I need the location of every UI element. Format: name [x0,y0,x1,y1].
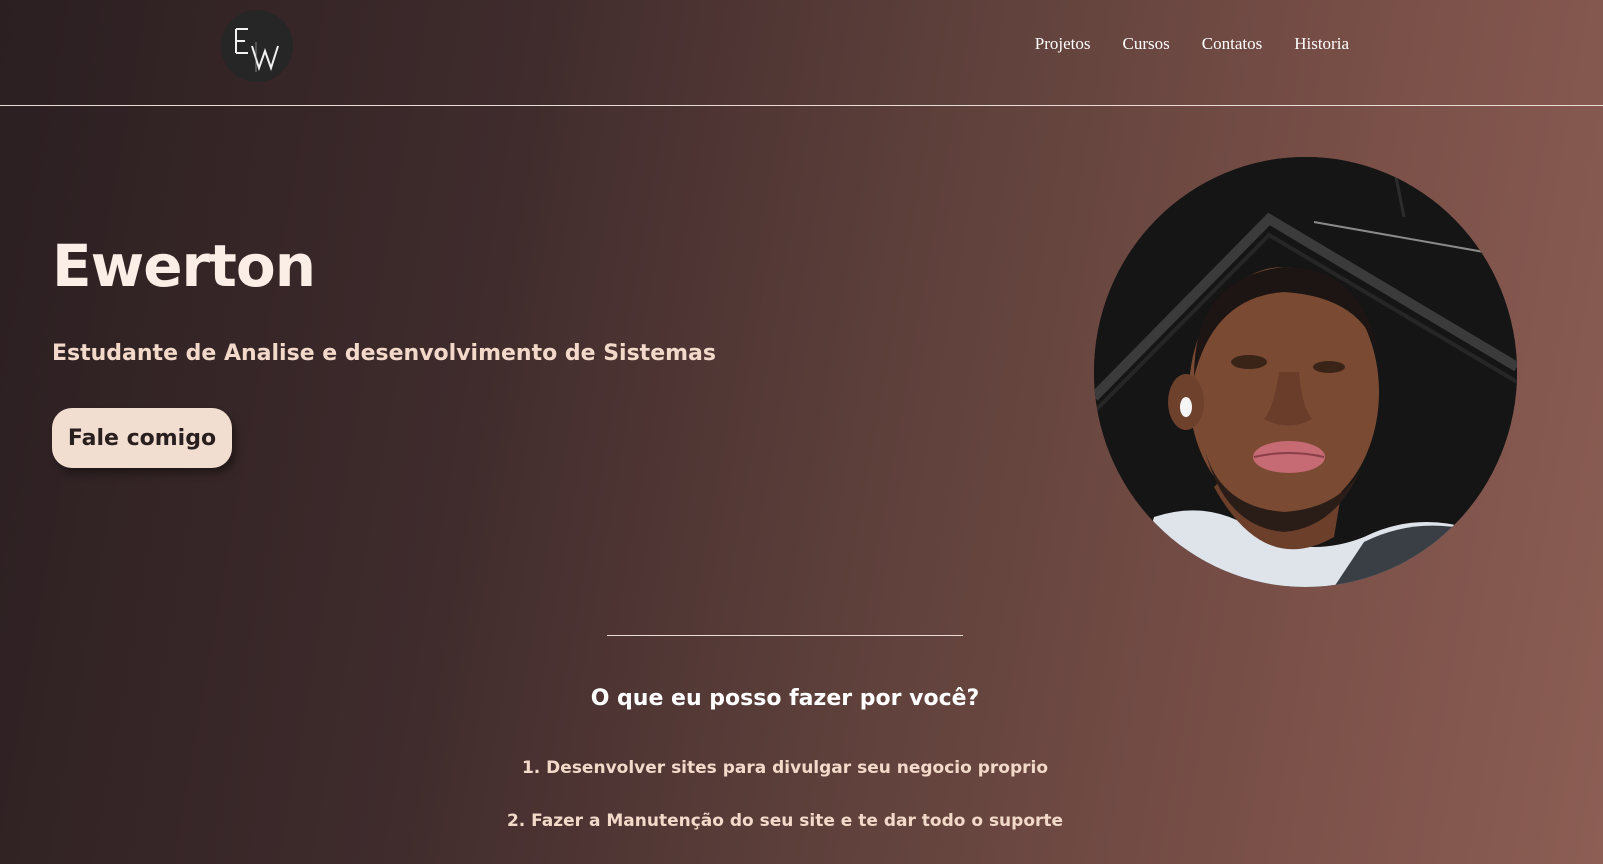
hero-subtitle: Estudante de Analise e desenvolvimento d… [52,341,716,366]
contact-button[interactable]: Fale comigo [52,408,232,468]
service-item-2: 2. Fazer a Manutenção do seu site e te d… [506,811,1064,831]
site-logo[interactable] [221,10,293,82]
ew-monogram-icon [221,10,293,82]
services-title: O que eu posso fazer por você? [590,686,980,711]
service-item-1: 1. Desenvolver sites para divulgar seu n… [521,758,1049,778]
nav-link-contatos[interactable]: Contatos [1202,34,1262,54]
profile-portrait-icon [1094,157,1517,587]
profile-photo [1094,157,1517,587]
hero-title: Ewerton [52,232,316,300]
site-header: Projetos Cursos Contatos Historia [0,0,1603,106]
section-divider [607,635,963,636]
nav-link-cursos[interactable]: Cursos [1123,34,1170,54]
main-nav: Projetos Cursos Contatos Historia [1035,34,1349,54]
nav-link-historia[interactable]: Historia [1294,34,1349,54]
nav-link-projetos[interactable]: Projetos [1035,34,1091,54]
